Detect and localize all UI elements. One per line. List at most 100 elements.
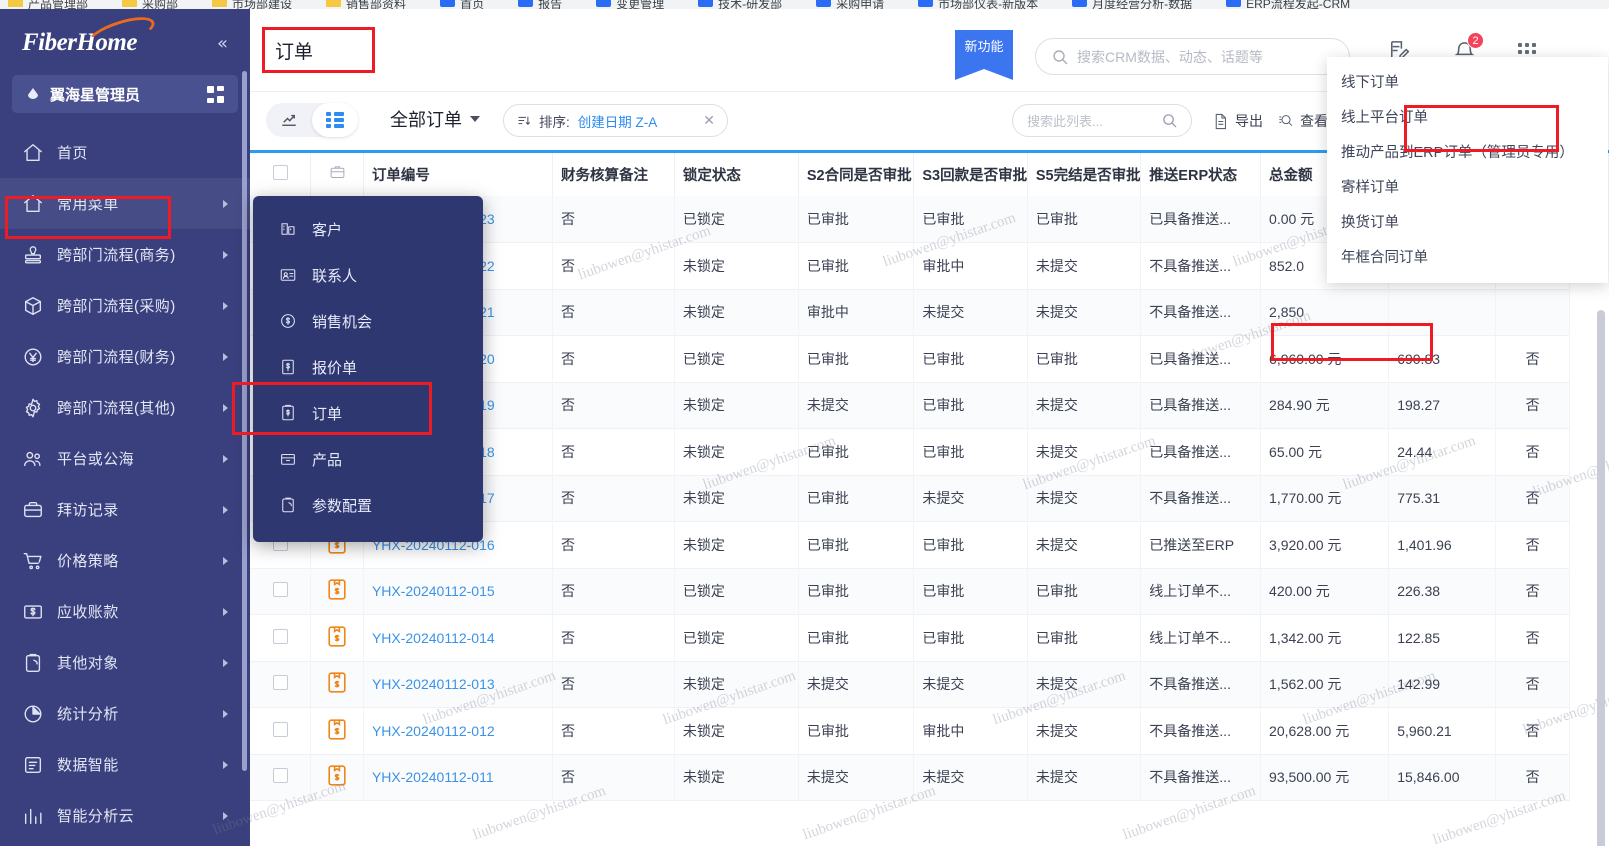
sidebar-item-4[interactable]: 跨部门流程(财务) [0, 331, 250, 382]
bookmark-item[interactable]: 采购部 [122, 0, 178, 9]
view-toggle-group[interactable] [266, 103, 358, 137]
new-order-option-0[interactable]: 线下订单 [1327, 64, 1608, 99]
order-number-cell[interactable]: YHX-20240112-012 [363, 707, 554, 754]
sidebar-item-3[interactable]: 跨部门流程(采购) [0, 280, 250, 331]
order-number-link[interactable]: YHX-20240112-013 [372, 676, 495, 692]
flyout-item-0[interactable]: 客户 [253, 206, 483, 252]
sidebar-collapse-icon[interactable]: « [217, 35, 228, 53]
order-number-cell[interactable]: YHX-20240112-013 [363, 661, 554, 708]
list-search-input[interactable]: 搜索此列表... [1012, 104, 1192, 137]
sidebar: FiberHome « 翼海星管理员 首页 常用菜单 跨部门流程(商务) 跨部门流程(… [0, 9, 250, 846]
row-checkbox-cell[interactable] [250, 568, 312, 615]
column-header[interactable]: S3回款是否审批 [913, 153, 1028, 196]
column-header[interactable]: S2合同是否审批 [798, 153, 915, 196]
table-row[interactable]: YHX-20240112-012 否未锁定 已审批 审批中 未提交 不具备推送... 20,… [250, 707, 1570, 754]
bookmark-item[interactable]: 销售部资料 [326, 0, 406, 9]
list-view-button[interactable] [312, 103, 358, 137]
new-order-option-2[interactable]: 推动产品到ERP订单（管理员专用） [1327, 134, 1608, 169]
sidebar-item-12[interactable]: 数据智能 [0, 739, 250, 790]
flyout-item-6[interactable]: 参数配置 [253, 482, 483, 528]
flyout-item-2[interactable]: 销售机会 [253, 298, 483, 344]
flyout-item-1[interactable]: 联系人 [253, 252, 483, 298]
sidebar-item-13[interactable]: 智能分析云 [0, 790, 250, 841]
export-button[interactable]: 导出 [1212, 111, 1263, 131]
new-order-option-3[interactable]: 寄样订单 [1327, 169, 1608, 204]
column-header[interactable]: 锁定状态 [674, 153, 799, 196]
flyout-item-5[interactable]: 产品 [253, 436, 483, 482]
bookmark-item[interactable]: 采购申请 [816, 0, 884, 9]
column-header[interactable]: 财务核算备注 [552, 153, 675, 196]
sidebar-item-11[interactable]: 统计分析 [0, 688, 250, 739]
checkbox-icon[interactable] [272, 721, 288, 737]
row-checkbox-cell[interactable] [250, 614, 312, 661]
sidebar-item-10[interactable]: 其他对象 [0, 637, 250, 688]
checkbox-icon[interactable] [272, 675, 288, 691]
s3-approval-cell: 已审批 [913, 382, 1028, 429]
table-row[interactable]: YHX-20240112-011 否未锁定 未提交 未提交 未提交 不具备推送... 93,… [250, 754, 1570, 801]
chevron-right-icon [223, 760, 228, 769]
order-number-link[interactable]: YHX-20240112-012 [372, 723, 495, 739]
app-grid-icon[interactable] [207, 85, 224, 103]
chart-view-button[interactable] [266, 103, 312, 137]
bookmark-item[interactable]: 报告 [518, 0, 562, 9]
flag-cell: 否 [1495, 521, 1570, 568]
browser-bookmarks-bar[interactable]: 产品管理部 采购部 市场部建设 销售部资料 首页 报告 变更管理 技术-研发部 采购申请 市场部仪… [0, 0, 1609, 9]
order-number-cell[interactable]: YHX-20240112-011 [363, 754, 554, 801]
column-header[interactable]: 订单编号 [363, 153, 554, 196]
record-type-header [310, 153, 364, 196]
list-view-selector[interactable]: 全部订单 [390, 106, 480, 132]
bookmark-item[interactable]: 技术-研发部 [698, 0, 782, 9]
order-number-link[interactable]: YHX-20240112-014 [372, 630, 495, 646]
bookmark-item[interactable]: 变更管理 [596, 0, 664, 9]
gross-profit-cell [1388, 289, 1497, 336]
column-header[interactable]: 推送ERP状态 [1140, 153, 1262, 196]
folder-icon [212, 0, 228, 7]
sidebar-item-9[interactable]: 应收账款 [0, 586, 250, 637]
sidebar-item-0[interactable]: 首页 [0, 127, 250, 178]
bookmark-item[interactable]: 月度经营分析-数据 [1072, 0, 1192, 9]
sort-chip[interactable]: 排序: 创建日期 Z-A ✕ [503, 104, 728, 137]
order-number-link[interactable]: YHX-20240112-015 [372, 583, 495, 599]
order-number-link[interactable]: YHX-20240112-011 [372, 769, 494, 785]
crm-search-input[interactable]: 搜索CRM数据、动态、话题等 [1035, 38, 1350, 75]
row-checkbox-cell[interactable] [250, 754, 312, 801]
bookmark-item[interactable]: 首页 [440, 0, 484, 9]
column-header[interactable]: S5完结是否审批 [1027, 153, 1142, 196]
checkbox-icon[interactable] [272, 628, 288, 644]
sidebar-item-2[interactable]: 跨部门流程(商务) [0, 229, 250, 280]
checkbox-icon[interactable] [272, 768, 288, 784]
s3-approval-cell: 已审批 [913, 335, 1028, 382]
flyout-item-3[interactable]: 报价单 [253, 344, 483, 390]
sidebar-item-7[interactable]: 拜访记录 [0, 484, 250, 535]
account-switcher[interactable]: 翼海星管理员 [12, 75, 238, 113]
bookmark-item[interactable]: ERP流程发起-CRM [1226, 0, 1350, 9]
sidebar-item-8[interactable]: 价格策略 [0, 535, 250, 586]
chevron-right-icon [223, 811, 228, 820]
bookmark-item[interactable]: 市场部仪表-新版本 [918, 0, 1038, 9]
order-number-cell[interactable]: YHX-20240112-014 [363, 614, 554, 661]
table-row[interactable]: YHX-20240112-013 否未锁定 未提交 未提交 未提交 不具备推送... 1,5… [250, 661, 1570, 708]
sidebar-item-5[interactable]: 跨部门流程(其他) [0, 382, 250, 433]
s2-approval-cell: 已审批 [798, 614, 915, 661]
sort-clear-icon[interactable]: ✕ [689, 112, 715, 129]
sidebar-scrollbar[interactable] [242, 71, 247, 771]
bookmark-item[interactable]: 产品管理部 [8, 0, 88, 9]
order-number-cell[interactable]: YHX-20240112-015 [363, 568, 554, 615]
new-order-option-5[interactable]: 年框合同订单 [1327, 239, 1608, 274]
table-row[interactable]: YHX-20240112-014 否已锁定 已审批 已审批 已审批 线上订单不... 1,3… [250, 614, 1570, 661]
select-all-header[interactable] [250, 153, 312, 196]
row-checkbox-cell[interactable] [250, 661, 312, 708]
table-row[interactable]: YHX-20240112-015 否已锁定 已审批 已审批 已审批 线上订单不... 420… [250, 568, 1570, 615]
new-order-option-1[interactable]: 线上平台订单 [1327, 99, 1608, 134]
table-scrollbar[interactable] [1597, 310, 1605, 846]
bookmark-item[interactable]: 市场部建设 [212, 0, 292, 9]
flyout-item-label: 联系人 [312, 267, 358, 285]
sidebar-item-6[interactable]: 平台或公海 [0, 433, 250, 484]
sidebar-item-1[interactable]: 常用菜单 [0, 178, 250, 229]
new-order-option-4[interactable]: 换货订单 [1327, 204, 1608, 239]
row-checkbox-cell[interactable] [250, 707, 312, 754]
checkbox-icon[interactable] [272, 582, 288, 598]
checkbox-icon[interactable] [272, 165, 288, 180]
new-feature-ribbon[interactable]: 新功能 [955, 30, 1013, 80]
flyout-item-4[interactable]: 订单 [253, 390, 483, 436]
